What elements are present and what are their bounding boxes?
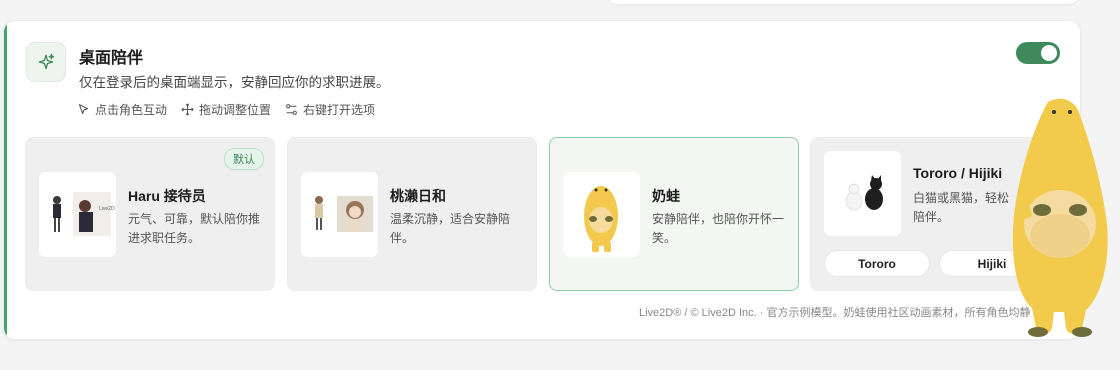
default-badge: 默认 <box>224 148 264 170</box>
character-name: 桃濑日和 <box>390 188 446 204</box>
character-name: Tororo / Hijiki <box>913 165 1003 181</box>
hint-label: 点击角色互动 <box>95 103 168 117</box>
hiyori-thumbnail <box>301 172 378 257</box>
hint-click: 点击角色互动 <box>77 101 167 118</box>
character-card-hiyori[interactable]: 桃濑日和 温柔沉静，适合安静陪伴。 <box>287 137 537 291</box>
cursor-icon <box>78 104 89 115</box>
move-icon <box>181 103 194 116</box>
feature-title: 桌面陪伴 <box>79 50 144 67</box>
hint-label: 右键打开选项 <box>303 103 376 117</box>
naiwa-thumbnail <box>563 172 640 257</box>
character-name: 奶蛙 <box>652 188 680 204</box>
hint-right-click: 右键打开选项 <box>285 101 375 118</box>
character-name: Haru 接待员 <box>128 188 206 204</box>
character-card-naiwa[interactable]: 奶蛙 安静陪伴，也陪你开怀一笑。 <box>549 137 799 291</box>
toggle-knob <box>1041 45 1057 61</box>
hint-drag: 拖动调整位置 <box>181 101 271 118</box>
feature-description: 仅在登录后的桌面端显示，安静回应你的求职进展。 <box>79 75 390 90</box>
character-description: 安静陪伴，也陪你开怀一笑。 <box>652 212 785 245</box>
desktop-companion-card: 桌面陪伴 仅在登录后的桌面端显示，安静回应你的求职进展。 点击角色互动 拖动调整… <box>3 20 1081 340</box>
previous-card-edge <box>606 0 1080 4</box>
desktop-mascot[interactable] <box>1002 96 1120 340</box>
copyright-note: Live2D® / © Live2D Inc. · 官方示例模型。奶蛙使用社区动… <box>639 307 1031 319</box>
cats-thumbnail <box>824 151 901 236</box>
companion-toggle[interactable] <box>1016 42 1060 64</box>
svg-text:Live2D: Live2D <box>99 206 115 212</box>
variant-tororo-button[interactable]: Tororo <box>824 250 930 277</box>
right-click-icon <box>286 104 297 115</box>
character-description: 温柔沉静，适合安静陪伴。 <box>390 212 511 245</box>
character-description: 元气、可靠，默认陪你推进求职任务。 <box>128 212 261 245</box>
character-card-haru[interactable]: 默认 Live2D Haru 接待员 元气、可靠，默认陪你推进求职任务。 <box>25 137 275 291</box>
character-description: 白猫或黑猫，轻松陪伴。 <box>913 191 1010 224</box>
haru-thumbnail: Live2D <box>39 172 116 257</box>
interaction-hints: 点击角色互动 拖动调整位置 右键打开选项 <box>77 101 375 118</box>
hint-label: 拖动调整位置 <box>199 103 272 117</box>
sparkles-icon <box>26 42 66 82</box>
